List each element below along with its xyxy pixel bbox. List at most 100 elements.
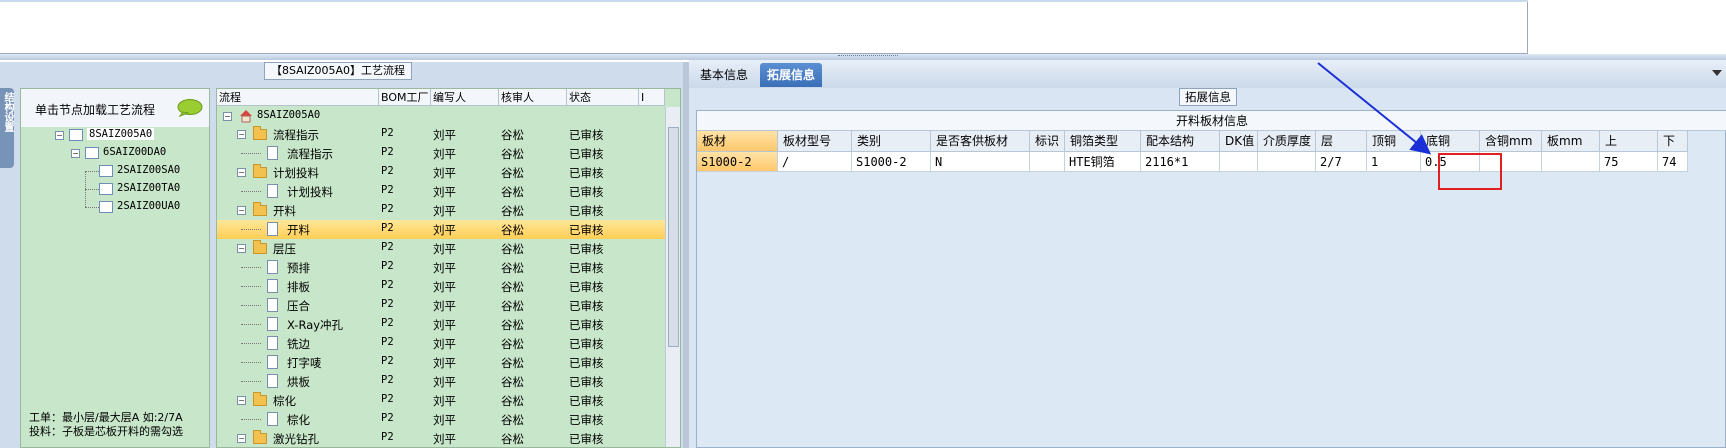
flow-step-row[interactable]: − 计划投料 P2 刘平 谷松 已审核 bbox=[217, 163, 667, 182]
folder-icon bbox=[253, 126, 267, 140]
grid-cell[interactable] bbox=[1542, 152, 1600, 172]
status: 已审核 bbox=[569, 318, 604, 332]
flow-column-header[interactable]: 核审人 bbox=[499, 89, 567, 106]
flow-step-row[interactable]: 流程指示 P2 刘平 谷松 已审核 bbox=[217, 144, 667, 163]
grid-column-header[interactable]: 上 bbox=[1600, 131, 1658, 152]
tree-node[interactable]: 2SAIZ00SA0 bbox=[117, 164, 180, 176]
flow-step-row[interactable]: 压合 P2 刘平 谷松 已审核 bbox=[217, 296, 667, 315]
tab-extended-info[interactable]: 拓展信息 bbox=[760, 63, 823, 87]
grid-cell[interactable]: 2/7 bbox=[1316, 152, 1367, 172]
author: 刘平 bbox=[433, 242, 456, 256]
flow-column-header[interactable]: BOM工厂 bbox=[379, 89, 431, 106]
grid-column-header[interactable]: 类别 bbox=[852, 131, 931, 152]
status: 已审核 bbox=[569, 280, 604, 294]
flow-step-row[interactable]: − 激光钻孔 P2 刘平 谷松 已审核 bbox=[217, 429, 667, 447]
status: 已审核 bbox=[569, 242, 604, 256]
tab-menu-arrow-icon[interactable] bbox=[1712, 70, 1722, 76]
grid-cell[interactable] bbox=[1258, 152, 1316, 172]
grid-cell[interactable]: 2116*1 bbox=[1141, 152, 1220, 172]
tree-connector bbox=[241, 381, 261, 382]
status: 已审核 bbox=[569, 413, 604, 427]
grid-column-header[interactable]: 配本结构 bbox=[1141, 131, 1220, 152]
grid-column-header[interactable]: 板材型号 bbox=[778, 131, 852, 152]
flow-step-row[interactable]: − 层压 P2 刘平 谷松 已审核 bbox=[217, 239, 667, 258]
grid-column-header[interactable]: 板材 bbox=[697, 131, 778, 152]
grid-column-header[interactable]: 含铜mm bbox=[1480, 131, 1542, 152]
flow-step-row[interactable]: − 棕化 P2 刘平 谷松 已审核 bbox=[217, 391, 667, 410]
flow-step-row[interactable]: 计划投料 P2 刘平 谷松 已审核 bbox=[217, 182, 667, 201]
author: 刘平 bbox=[433, 413, 456, 427]
flow-tree-scrollbar[interactable] bbox=[665, 107, 680, 447]
flow-step-row[interactable]: 铣边 P2 刘平 谷松 已审核 bbox=[217, 334, 667, 353]
tree-connector bbox=[241, 286, 261, 287]
node-icon bbox=[85, 147, 99, 159]
grid-column-header[interactable]: 介质厚度 bbox=[1258, 131, 1316, 152]
grid-column-header[interactable]: DK值 bbox=[1220, 131, 1258, 152]
grid-column-header[interactable]: 标识 bbox=[1030, 131, 1065, 152]
collapse-toggle[interactable]: − bbox=[237, 396, 246, 405]
flow-step-row[interactable]: 开料 P2 刘平 谷松 已审核 bbox=[217, 220, 667, 239]
collapse-toggle[interactable]: − bbox=[237, 434, 246, 443]
scrollbar-thumb[interactable] bbox=[668, 127, 679, 347]
tree-node[interactable]: 2SAIZ00TA0 bbox=[117, 182, 180, 194]
bom-factory: P2 bbox=[381, 260, 394, 272]
grid-cell[interactable]: / bbox=[778, 152, 852, 172]
grid-cell[interactable]: HTE铜箔 bbox=[1065, 152, 1141, 172]
flow-step-row[interactable]: 排板 P2 刘平 谷松 已审核 bbox=[217, 277, 667, 296]
tab-basic-info[interactable]: 基本信息 bbox=[693, 63, 755, 87]
grid-column-header[interactable]: 是否客供板材 bbox=[931, 131, 1030, 152]
bom-factory: P2 bbox=[381, 165, 394, 177]
grid-cell[interactable]: 1 bbox=[1367, 152, 1421, 172]
collapse-toggle[interactable]: − bbox=[237, 244, 246, 253]
collapse-toggle[interactable]: − bbox=[223, 112, 232, 121]
flow-step-label: 计划投料 bbox=[287, 185, 333, 199]
flow-root-row[interactable]: − 8SAIZ005A0 bbox=[217, 107, 667, 126]
splitter-grip[interactable] bbox=[838, 55, 898, 58]
tree-node[interactable]: 8SAIZ005A0 bbox=[87, 128, 155, 140]
flow-column-header[interactable]: 流程 bbox=[217, 89, 379, 106]
collapse-toggle[interactable]: − bbox=[237, 130, 246, 139]
collapse-toggle[interactable]: − bbox=[71, 149, 80, 158]
status: 已审核 bbox=[569, 166, 604, 180]
grid-cell[interactable]: 74 bbox=[1658, 152, 1688, 172]
flow-column-header[interactable]: 编写人 bbox=[431, 89, 499, 106]
grid-cell[interactable]: 75 bbox=[1600, 152, 1658, 172]
tree-node[interactable]: 2SAIZ00UA0 bbox=[117, 200, 180, 212]
flow-step-label: 铣边 bbox=[287, 337, 310, 351]
grid-cell[interactable]: S1000-2 bbox=[697, 152, 778, 172]
grid-cell[interactable] bbox=[1220, 152, 1258, 172]
bom-factory: P2 bbox=[381, 431, 394, 443]
grid-column-header[interactable]: 板mm bbox=[1542, 131, 1600, 152]
vertical-tab-structure[interactable]: 结构设置 bbox=[0, 88, 14, 168]
status: 已审核 bbox=[569, 185, 604, 199]
collapse-toggle[interactable]: − bbox=[55, 131, 64, 140]
grid-column-header[interactable]: 铜箔类型 bbox=[1065, 131, 1141, 152]
grid-column-header[interactable]: 层 bbox=[1316, 131, 1367, 152]
reviewer: 谷松 bbox=[501, 147, 524, 161]
reviewer: 谷松 bbox=[501, 223, 524, 237]
bom-factory: P2 bbox=[381, 146, 394, 158]
flow-step-row[interactable]: 预排 P2 刘平 谷松 已审核 bbox=[217, 258, 667, 277]
grid-cell[interactable] bbox=[1030, 152, 1065, 172]
flow-step-row[interactable]: 打字唛 P2 刘平 谷松 已审核 bbox=[217, 353, 667, 372]
collapse-toggle[interactable]: − bbox=[237, 206, 246, 215]
status: 已审核 bbox=[569, 375, 604, 389]
flow-step-row[interactable]: − 流程指示 P2 刘平 谷松 已审核 bbox=[217, 125, 667, 144]
chat-bubble-icon[interactable] bbox=[177, 99, 203, 117]
flow-column-header[interactable]: I bbox=[639, 89, 665, 106]
tree-connector bbox=[241, 343, 261, 344]
flow-column-header[interactable]: 状态 bbox=[567, 89, 639, 106]
tree-node[interactable]: 6SAIZ00DA0 bbox=[103, 146, 166, 158]
flow-step-row[interactable]: 棕化 P2 刘平 谷松 已审核 bbox=[217, 410, 667, 429]
grid-column-header[interactable]: 底铜 bbox=[1421, 131, 1480, 152]
grid-column-header[interactable]: 顶铜 bbox=[1367, 131, 1421, 152]
flow-step-row[interactable]: X-Ray冲孔 P2 刘平 谷松 已审核 bbox=[217, 315, 667, 334]
document-icon bbox=[267, 279, 278, 293]
vertical-tab-label: 结构设置 bbox=[2, 92, 13, 132]
flow-step-row[interactable]: 烘板 P2 刘平 谷松 已审核 bbox=[217, 372, 667, 391]
grid-cell[interactable]: N bbox=[931, 152, 1030, 172]
grid-cell[interactable]: S1000-2 bbox=[852, 152, 931, 172]
grid-column-header[interactable]: 下 bbox=[1658, 131, 1688, 152]
flow-step-row[interactable]: − 开料 P2 刘平 谷松 已审核 bbox=[217, 201, 667, 220]
collapse-toggle[interactable]: − bbox=[237, 168, 246, 177]
